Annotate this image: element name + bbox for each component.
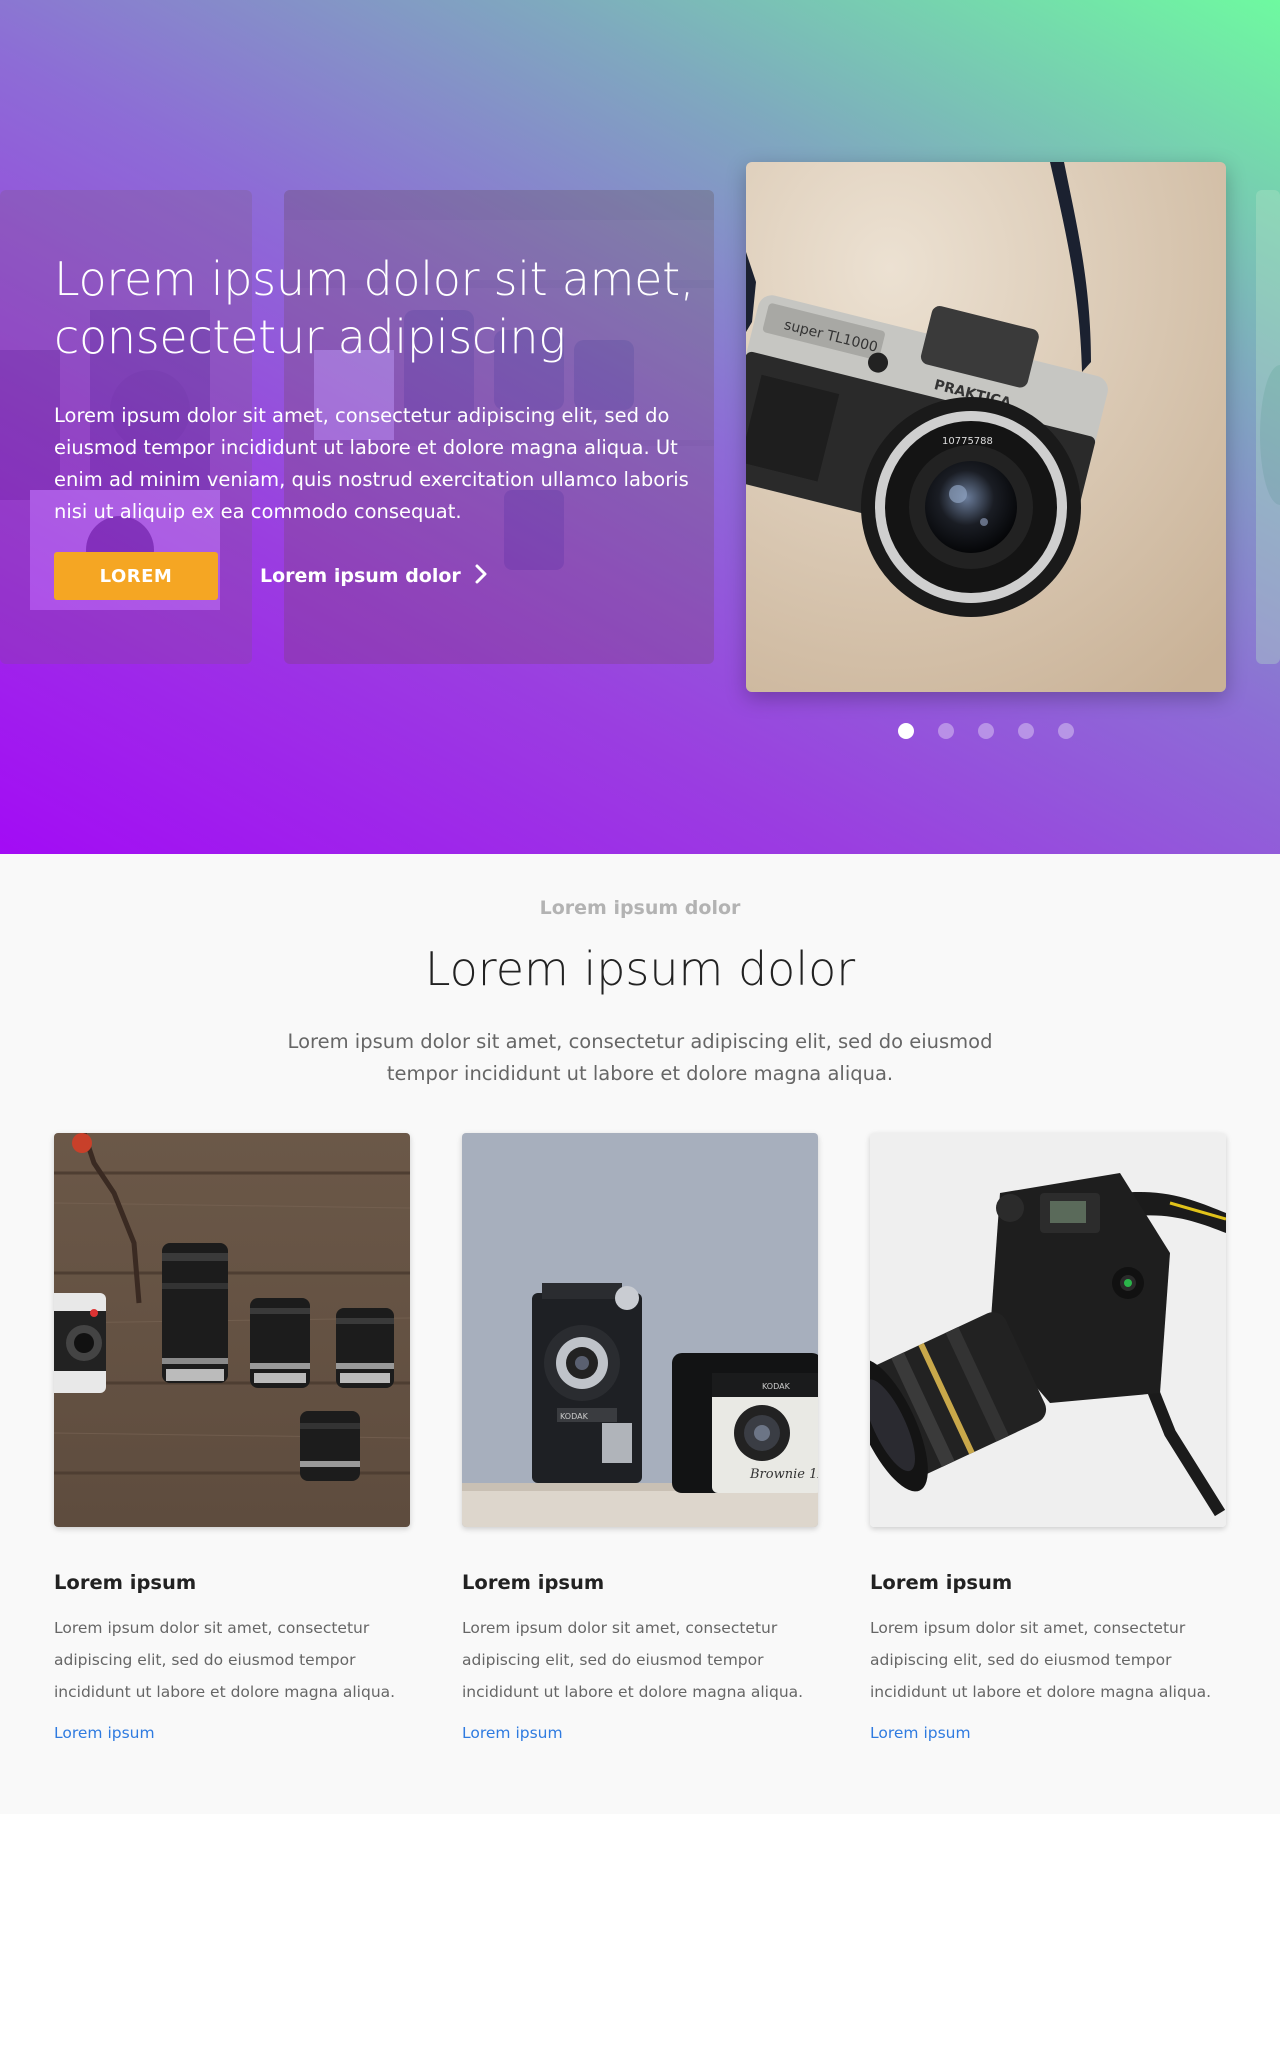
svg-text:KODAK: KODAK (560, 1412, 589, 1421)
hero-title-line2: consectetur adipiscing (54, 310, 566, 364)
section-eyebrow: Lorem ipsum dolor (539, 897, 741, 919)
carousel-dot-4[interactable] (1018, 723, 1034, 739)
primary-cta-button[interactable]: LOREM (54, 552, 218, 600)
card-title: Lorem ipsum (870, 1571, 1013, 1594)
vintage-cameras-photo: KODAK KODAK Brownie 12 (462, 1133, 818, 1527)
secondary-cta-label: Lorem ipsum dolor (260, 565, 461, 587)
lenses-on-wood-photo (54, 1133, 410, 1527)
svg-text:10775788: 10775788 (942, 436, 993, 447)
dslr-camera-photo (870, 1133, 1226, 1527)
carousel-dot-2[interactable] (938, 723, 954, 739)
feature-cards: Lorem ipsum Lorem ipsum dolor sit amet, … (54, 1133, 1226, 1742)
feature-card: Lorem ipsum Lorem ipsum dolor sit amet, … (54, 1133, 410, 1742)
card-title: Lorem ipsum (462, 1571, 605, 1594)
hero-title: Lorem ipsum dolor sit amet, consectetur … (54, 250, 704, 366)
carousel-dot-5[interactable] (1058, 723, 1074, 739)
carousel-dot-3[interactable] (978, 723, 994, 739)
hero-description: Lorem ipsum dolor sit amet, consectetur … (54, 404, 689, 523)
feature-card: Lorem ipsum Lorem ipsum dolor sit amet, … (870, 1133, 1226, 1742)
card-description: Lorem ipsum dolor sit amet, consectetur … (462, 1619, 804, 1701)
secondary-cta-link[interactable]: Lorem ipsum dolor (260, 564, 487, 589)
card-link[interactable]: Lorem ipsum (870, 1724, 971, 1742)
section-description: Lorem ipsum dolor sit amet, consectetur … (287, 1030, 993, 1085)
carousel-dots (898, 723, 1074, 739)
card-link[interactable]: Lorem ipsum (462, 1724, 563, 1742)
hero-section: Lorem ipsum dolor sit amet, consectetur … (0, 0, 1280, 854)
hero-content: Lorem ipsum dolor sit amet, consectetur … (54, 250, 704, 600)
card-link[interactable]: Lorem ipsum (54, 1724, 155, 1742)
hero-actions: LOREM Lorem ipsum dolor (54, 552, 704, 600)
chevron-right-icon (475, 564, 487, 589)
features-section: Lorem ipsum dolor Lorem ipsum dolor Lore… (0, 854, 1280, 1814)
section-title: Lorem ipsum dolor (424, 942, 856, 996)
svg-text:Brownie 12: Brownie 12 (749, 1467, 818, 1482)
hero-camera-photo: super TL1000 PRAKTICA 10775788 (746, 162, 1226, 692)
background-slide-right (1256, 190, 1280, 664)
card-description: Lorem ipsum dolor sit amet, consectetur … (54, 1619, 396, 1701)
feature-card: KODAK KODAK Brownie 12 Lorem ipsum Lorem… (462, 1133, 818, 1742)
carousel-dot-1[interactable] (898, 723, 914, 739)
svg-text:KODAK: KODAK (762, 1382, 791, 1391)
card-title: Lorem ipsum (54, 1571, 197, 1594)
hero-title-line1: Lorem ipsum dolor sit amet, (54, 252, 695, 306)
card-description: Lorem ipsum dolor sit amet, consectetur … (870, 1619, 1212, 1701)
